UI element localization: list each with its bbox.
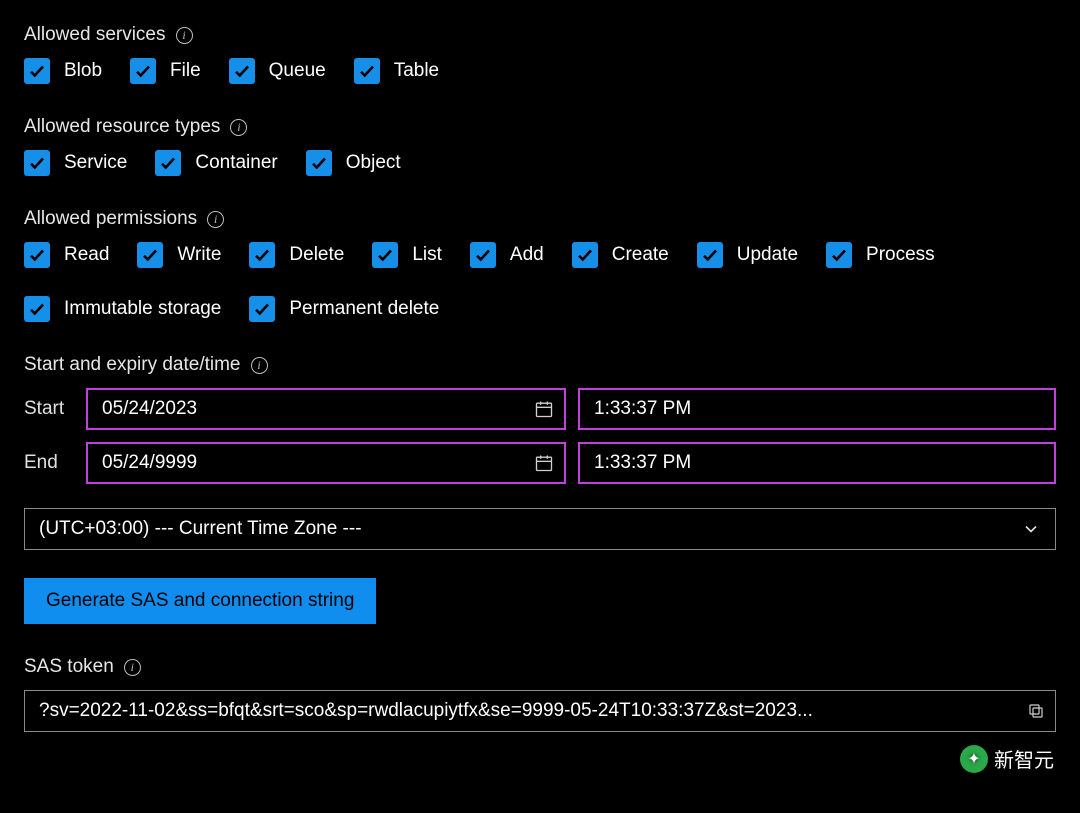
check-icon — [354, 58, 380, 84]
checkbox-label: Permanent delete — [289, 298, 439, 320]
allowed-permissions-header: Allowed permissions i — [24, 208, 1056, 230]
allowed-resource-types-row: Service Container Object — [24, 150, 1056, 176]
start-label: Start — [24, 398, 74, 420]
end-datetime-row: End 05/24/9999 1:33:37 PM — [24, 442, 1056, 484]
info-icon[interactable]: i — [176, 27, 193, 44]
checkbox-label: Blob — [64, 60, 102, 82]
checkbox-list[interactable]: List — [372, 242, 442, 268]
timezone-value: (UTC+03:00) --- Current Time Zone --- — [39, 518, 362, 540]
check-icon — [372, 242, 398, 268]
checkbox-update[interactable]: Update — [697, 242, 798, 268]
check-icon — [24, 150, 50, 176]
checkbox-file[interactable]: File — [130, 58, 201, 84]
checkbox-label: Service — [64, 152, 127, 174]
allowed-services-row: Blob File Queue Table — [24, 58, 1056, 84]
checkbox-label: File — [170, 60, 201, 82]
checkbox-write[interactable]: Write — [137, 242, 221, 268]
start-date-value: 05/24/2023 — [102, 398, 197, 420]
sas-token-field[interactable]: ?sv=2022-11-02&ss=bfqt&srt=sco&sp=rwdlac… — [24, 690, 1056, 732]
checkbox-label: Write — [177, 244, 221, 266]
start-date-input[interactable]: 05/24/2023 — [86, 388, 566, 430]
check-icon — [697, 242, 723, 268]
datetime-label: Start and expiry date/time — [24, 354, 241, 376]
checkbox-create[interactable]: Create — [572, 242, 669, 268]
allowed-services-header: Allowed services i — [24, 24, 1056, 46]
end-date-value: 05/24/9999 — [102, 452, 197, 474]
checkbox-label: Queue — [269, 60, 326, 82]
copy-icon[interactable] — [1027, 702, 1045, 720]
check-icon — [137, 242, 163, 268]
checkbox-label: Delete — [289, 244, 344, 266]
checkbox-label: List — [412, 244, 442, 266]
start-time-input[interactable]: 1:33:37 PM — [578, 388, 1056, 430]
calendar-icon — [534, 399, 554, 419]
check-icon — [826, 242, 852, 268]
checkbox-label: Process — [866, 244, 935, 266]
check-icon — [306, 150, 332, 176]
allowed-services-label: Allowed services — [24, 24, 166, 46]
allowed-resource-types-header: Allowed resource types i — [24, 116, 1056, 138]
checkbox-service[interactable]: Service — [24, 150, 127, 176]
chevron-down-icon — [1021, 519, 1041, 539]
checkbox-read[interactable]: Read — [24, 242, 109, 268]
checkbox-label: Container — [195, 152, 277, 174]
checkbox-permanent-delete[interactable]: Permanent delete — [249, 296, 439, 322]
allowed-resource-types-label: Allowed resource types — [24, 116, 220, 138]
checkbox-immutable-storage[interactable]: Immutable storage — [24, 296, 221, 322]
checkbox-blob[interactable]: Blob — [24, 58, 102, 84]
allowed-permissions-row: Read Write Delete List Add Create Update — [24, 242, 1004, 322]
check-icon — [249, 242, 275, 268]
checkbox-table[interactable]: Table — [354, 58, 439, 84]
allowed-permissions-label: Allowed permissions — [24, 208, 197, 230]
checkbox-label: Add — [510, 244, 544, 266]
checkbox-label: Create — [612, 244, 669, 266]
check-icon — [470, 242, 496, 268]
sas-token-label: SAS token — [24, 656, 114, 678]
watermark-text: 新智元 — [994, 744, 1054, 773]
checkbox-queue[interactable]: Queue — [229, 58, 326, 84]
check-icon — [155, 150, 181, 176]
checkbox-add[interactable]: Add — [470, 242, 544, 268]
checkbox-process[interactable]: Process — [826, 242, 935, 268]
check-icon — [229, 58, 255, 84]
checkbox-delete[interactable]: Delete — [249, 242, 344, 268]
timezone-select[interactable]: (UTC+03:00) --- Current Time Zone --- — [24, 508, 1056, 550]
checkbox-label: Update — [737, 244, 798, 266]
check-icon — [249, 296, 275, 322]
info-icon[interactable]: i — [230, 119, 247, 136]
calendar-icon — [534, 453, 554, 473]
datetime-header: Start and expiry date/time i — [24, 354, 1056, 376]
info-icon[interactable]: i — [251, 357, 268, 374]
start-datetime-row: Start 05/24/2023 1:33:37 PM — [24, 388, 1056, 430]
sas-token-header: SAS token i — [24, 656, 1056, 678]
check-icon — [24, 58, 50, 84]
start-time-value: 1:33:37 PM — [594, 398, 691, 420]
end-time-input[interactable]: 1:33:37 PM — [578, 442, 1056, 484]
end-label: End — [24, 452, 74, 474]
checkbox-container[interactable]: Container — [155, 150, 277, 176]
check-icon — [24, 242, 50, 268]
checkbox-label: Read — [64, 244, 109, 266]
checkbox-label: Object — [346, 152, 401, 174]
wechat-icon: ✦ — [960, 745, 988, 773]
end-date-input[interactable]: 05/24/9999 — [86, 442, 566, 484]
check-icon — [572, 242, 598, 268]
generate-sas-button[interactable]: Generate SAS and connection string — [24, 578, 376, 624]
check-icon — [24, 296, 50, 322]
checkbox-object[interactable]: Object — [306, 150, 401, 176]
checkbox-label: Table — [394, 60, 439, 82]
info-icon[interactable]: i — [124, 659, 141, 676]
watermark: ✦ 新智元 — [960, 744, 1054, 773]
check-icon — [130, 58, 156, 84]
checkbox-label: Immutable storage — [64, 298, 221, 320]
end-time-value: 1:33:37 PM — [594, 452, 691, 474]
info-icon[interactable]: i — [207, 211, 224, 228]
sas-token-value: ?sv=2022-11-02&ss=bfqt&srt=sco&sp=rwdlac… — [39, 700, 813, 722]
